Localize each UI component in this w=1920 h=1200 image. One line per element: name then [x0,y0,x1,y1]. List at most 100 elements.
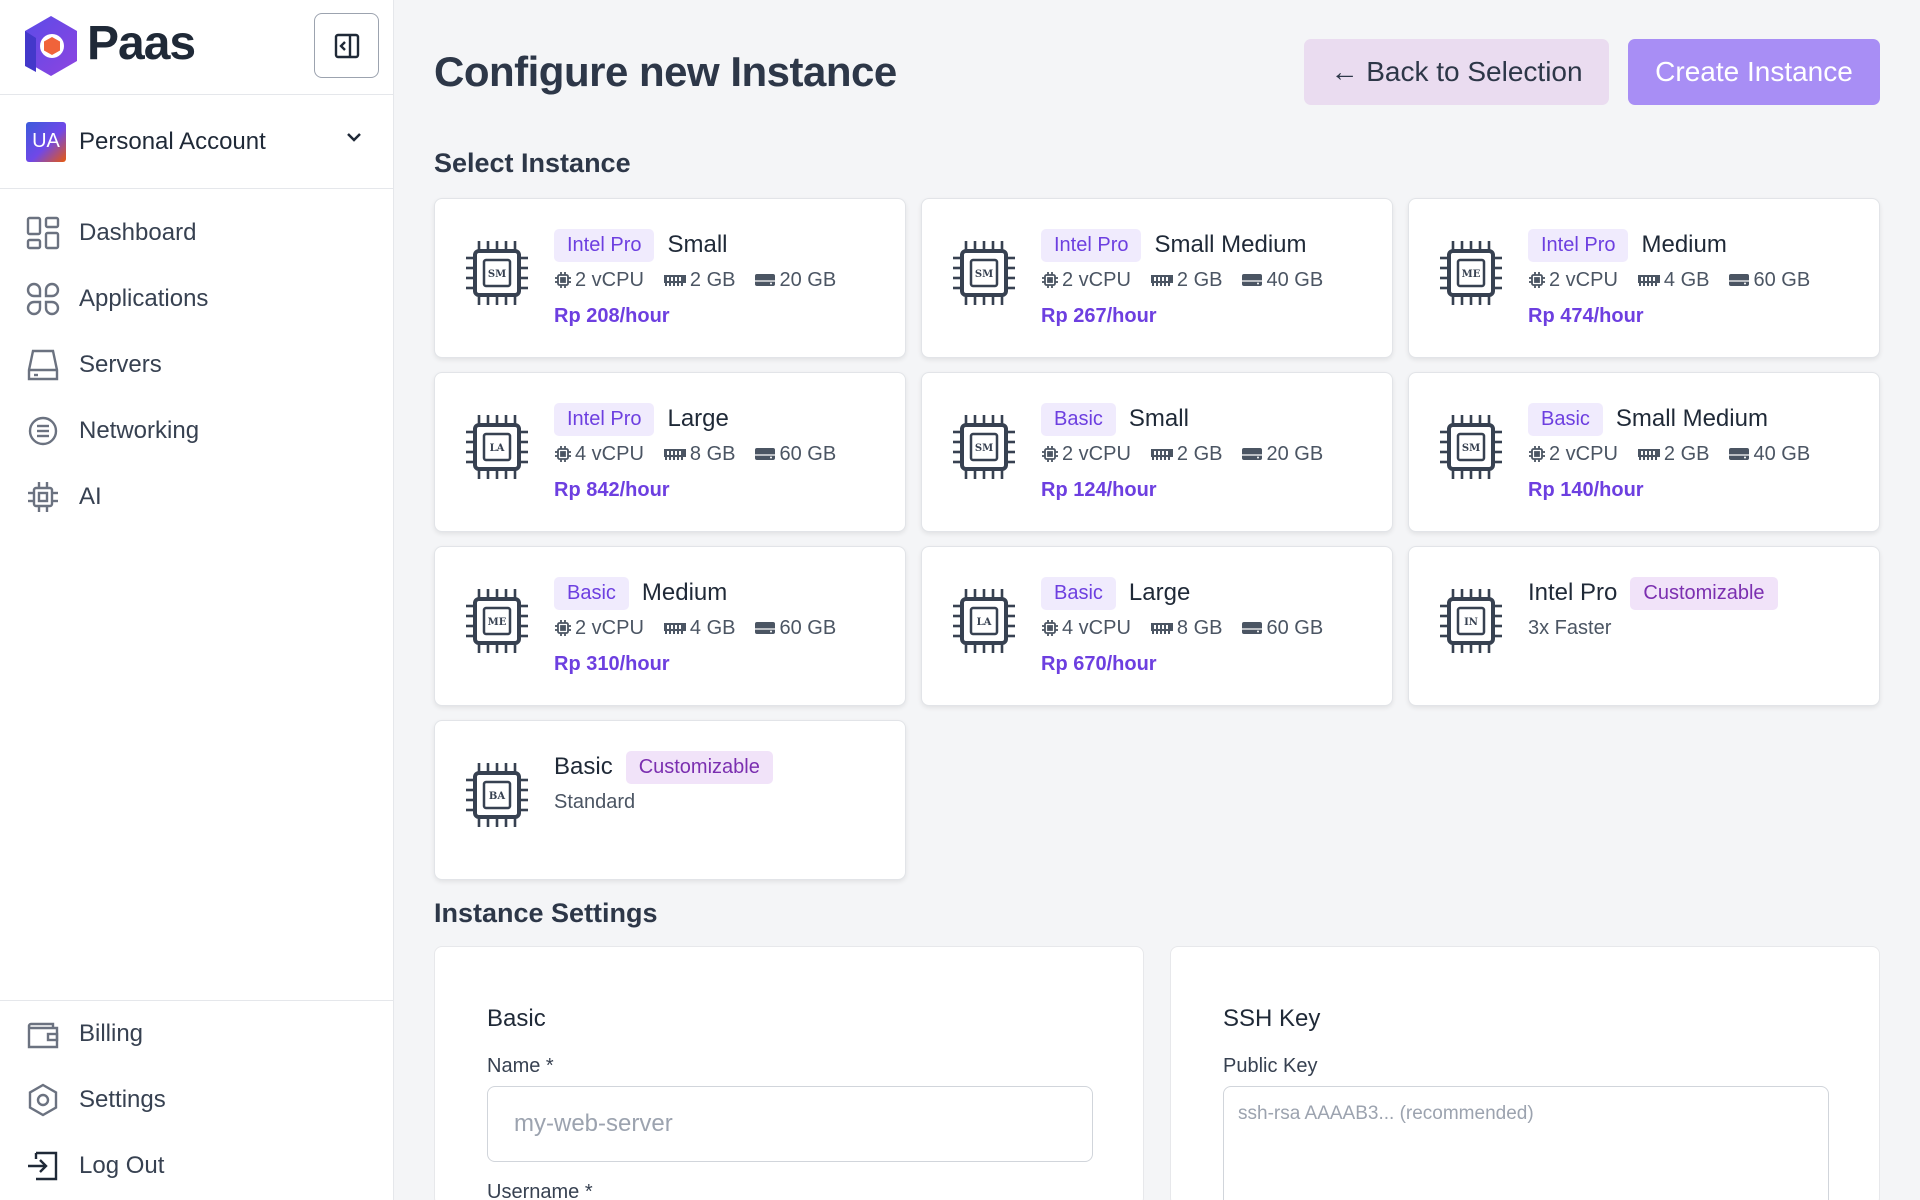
public-key-input[interactable] [1223,1086,1829,1200]
sidebar-item-applications[interactable]: Applications [0,266,393,332]
basic-settings-panel: Basic Name * Username * [434,946,1144,1200]
instance-card[interactable]: SM Intel Pro Small Medium 2 vCPU 2 GB 40… [921,198,1393,358]
instance-card-header: Basic Customizable [554,749,773,785]
ram-value: 4 GB [689,616,736,639]
instance-specs: 2 vCPU 4 GB 60 GB [554,613,855,643]
instance-card[interactable]: LA Basic Large 4 vCPU 8 GB 60 GB Rp 670/… [921,546,1393,706]
instance-card[interactable]: SM Basic Small Medium 2 vCPU 2 GB 40 GB … [1408,372,1880,532]
memory-icon [663,449,686,460]
custom-instance-card[interactable]: IN Intel Pro Customizable 3x Faster [1408,546,1880,706]
applications-icon [25,281,61,317]
sidebar-item-settings[interactable]: Settings [0,1067,393,1133]
cpu-chip-icon: LA [466,415,528,479]
sidebar-collapse-icon [334,33,359,58]
sidebar-item-dashboard[interactable]: Dashboard [0,200,393,266]
instance-card-header: Intel Pro Medium [1528,227,1727,263]
instance-name: Basic [554,753,613,780]
sidebar-item-label: Log Out [79,1152,165,1179]
disk-spec: 60 GB [1728,269,1810,292]
ram-value: 8 GB [1176,616,1223,639]
brand-name: Paas [87,17,196,70]
sidebar-item-servers[interactable]: Servers [0,332,393,398]
cpu-icon [555,446,571,462]
disk-value: 40 GB [1753,442,1811,465]
disk-value: 60 GB [1753,268,1811,291]
logout-icon [25,1148,61,1184]
settings-icon [25,1082,61,1118]
cpu-icon [1529,446,1545,462]
panel-title: SSH Key [1223,1005,1321,1032]
account-name: Personal Account [79,127,266,155]
select-instance-heading: Select Instance [434,148,631,178]
sidebar-item-label: Servers [79,351,162,378]
instance-specs: 2 vCPU 2 GB 20 GB [1041,439,1342,469]
instance-price: Rp 267/hour [1041,305,1157,327]
memory-icon [663,623,686,634]
instance-card[interactable]: SM Intel Pro Small 2 vCPU 2 GB 20 GB Rp … [434,198,906,358]
disk-value: 20 GB [779,268,837,291]
servers-icon [25,347,61,383]
disk-value: 20 GB [1266,442,1324,465]
disk-spec: 60 GB [1241,617,1323,640]
create-instance-button[interactable]: Create Instance [1628,39,1880,105]
cpu-chip-icon: SM [953,241,1015,305]
instance-card[interactable]: SM Basic Small 2 vCPU 2 GB 20 GB Rp 124/… [921,372,1393,532]
sidebar-item-networking[interactable]: Networking [0,398,393,464]
vcpu-spec: 2 vCPU [1528,443,1618,466]
instance-settings-heading: Instance Settings [434,898,658,928]
disk-spec: 60 GB [754,617,836,640]
custom-instance-card[interactable]: BA Basic Customizable Standard [434,720,906,880]
cpu-chip-icon: IN [1440,589,1502,653]
username-label: Username * [487,1181,593,1200]
instance-card[interactable]: LA Intel Pro Large 4 vCPU 8 GB 60 GB Rp … [434,372,906,532]
bottom-nav: Billing Settings Log Out [0,1000,393,1199]
brand-header: Paas [0,0,393,95]
instance-specs: 2 vCPU 2 GB 20 GB [554,265,855,295]
sidebar-item-logout[interactable]: Log Out [0,1133,393,1199]
page-title: Configure new Instance [434,48,897,95]
ram-spec: 8 GB [663,442,736,466]
back-to-selection-button[interactable]: ← Back to Selection [1304,39,1609,105]
chip-abbr: SM [975,443,993,454]
vcpu-value: 2 vCPU [575,616,644,639]
instance-card[interactable]: ME Intel Pro Medium 2 vCPU 4 GB 60 GB Rp… [1408,198,1880,358]
ram-value: 8 GB [689,442,736,465]
instance-card[interactable]: ME Basic Medium 2 vCPU 4 GB 60 GB Rp 310… [434,546,906,706]
disk-icon [1729,448,1750,460]
ram-value: 2 GB [1176,442,1223,465]
paas-logo-icon [25,16,77,76]
dashboard-icon [25,215,61,251]
vcpu-value: 2 vCPU [1549,442,1618,465]
main-nav: Dashboard Applications Servers Networkin… [0,200,393,530]
memory-icon [1150,623,1173,634]
vcpu-value: 4 vCPU [575,442,644,465]
instance-tier-badge: Intel Pro [1528,228,1629,262]
disk-icon [755,622,776,634]
name-input[interactable] [487,1086,1093,1162]
sidebar-item-label: Dashboard [79,219,197,246]
cpu-icon [1529,272,1545,288]
cpu-chip-icon: ME [1440,241,1502,305]
disk-spec: 40 GB [1728,443,1810,466]
cpu-icon [1042,620,1058,636]
collapse-sidebar-button[interactable] [314,13,379,78]
vcpu-spec: 2 vCPU [554,269,644,292]
sidebar-item-ai[interactable]: AI [0,464,393,530]
instance-name: Small [1128,405,1189,432]
cpu-icon [1042,446,1058,462]
instance-price: Rp 124/hour [1041,479,1157,501]
memory-icon [1637,275,1660,286]
sidebar-item-billing[interactable]: Billing [0,1001,393,1067]
instance-tier-badge: Intel Pro [1041,228,1142,262]
instance-subtitle: 3x Faster [1528,617,1612,639]
chip-abbr: LA [490,443,505,454]
account-switcher[interactable]: UA Personal Account [0,95,393,189]
vcpu-spec: 2 vCPU [554,617,644,640]
instance-price: Rp 842/hour [554,479,670,501]
ram-spec: 2 GB [1637,443,1709,466]
chevron-down-icon [347,133,361,142]
instance-name: Small Medium [1154,231,1307,258]
instance-name: Intel Pro [1528,579,1618,606]
chip-icon [25,479,61,515]
instance-tier-badge: Intel Pro [554,228,655,262]
